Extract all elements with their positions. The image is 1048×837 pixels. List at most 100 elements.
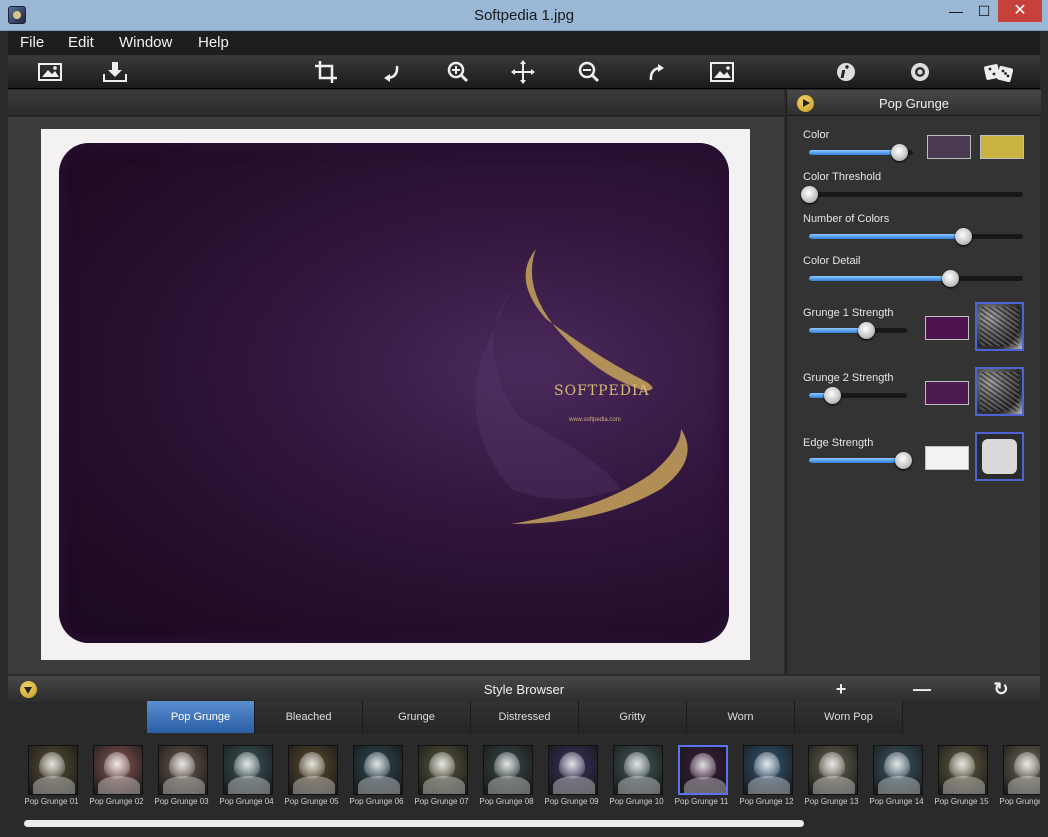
close-button[interactable]: ✕ bbox=[998, 0, 1042, 22]
menu-edit[interactable]: Edit bbox=[68, 34, 94, 51]
edited-image[interactable]: SOFTPEDIA www.softpedia.com bbox=[41, 129, 750, 660]
watermark-logo: SOFTPEDIA bbox=[554, 383, 650, 399]
menu-window[interactable]: Window bbox=[119, 34, 172, 51]
style-thumbnail[interactable]: Pop Grunge 07 bbox=[409, 742, 474, 808]
edge-texture[interactable] bbox=[975, 432, 1024, 481]
grunge2-strength-slider[interactable] bbox=[809, 387, 907, 404]
slider-knob[interactable] bbox=[895, 452, 913, 469]
rotate-right-icon[interactable] bbox=[642, 59, 670, 85]
thumbnail-preview-image bbox=[288, 745, 338, 795]
grunge1-texture[interactable] bbox=[975, 302, 1024, 351]
menu-file[interactable]: File bbox=[20, 34, 44, 51]
refresh-icon[interactable]: ↻ bbox=[991, 679, 1011, 699]
window-title: Softpedia 1.jpg bbox=[473, 7, 575, 24]
thumbnail-preview-image bbox=[873, 745, 923, 795]
thumbnail-preview-image bbox=[418, 745, 468, 795]
thumbnail-label: Pop Grunge 01 bbox=[24, 797, 79, 806]
number-of-colors-label: Number of Colors bbox=[803, 213, 890, 225]
menu-bar: File Edit Window Help bbox=[8, 31, 1040, 55]
edge-color-swatch[interactable] bbox=[925, 446, 969, 470]
thumbnail-label: Pop Grunge 09 bbox=[544, 797, 599, 806]
fit-image-icon[interactable] bbox=[708, 59, 736, 85]
panel-header: Pop Grunge bbox=[787, 90, 1041, 116]
thumbnail-label: Pop Grunge 12 bbox=[739, 797, 794, 806]
style-thumbnail[interactable]: Pop Grunge 11 bbox=[669, 742, 734, 808]
style-tabs: Pop Grunge Bleached Grunge Distressed Gr… bbox=[147, 701, 903, 733]
zoom-out-icon[interactable] bbox=[575, 59, 603, 85]
edge-strength-label: Edge Strength bbox=[803, 437, 874, 449]
zoom-in-icon[interactable] bbox=[444, 59, 472, 85]
style-thumbnail[interactable]: Pop Grunge 08 bbox=[474, 742, 539, 808]
grunge1-strength-label: Grunge 1 Strength bbox=[803, 307, 894, 319]
thumbnail-label: Pop Grunge 08 bbox=[479, 797, 534, 806]
color-slider[interactable] bbox=[809, 144, 913, 161]
slider-knob[interactable] bbox=[891, 144, 909, 161]
watermark-url: www.softpedia.com bbox=[569, 417, 621, 423]
slider-knob[interactable] bbox=[801, 186, 818, 203]
style-thumbnail[interactable]: Pop Grunge 05 bbox=[279, 742, 344, 808]
slider-knob[interactable] bbox=[942, 270, 960, 287]
thumbnail-preview-image bbox=[93, 745, 143, 795]
settings-icon[interactable] bbox=[906, 59, 934, 85]
style-browser-header: Style Browser + — ↻ bbox=[8, 676, 1040, 702]
style-thumbnails: Pop Grunge 01 Pop Grunge 02 Pop Grunge 03 P… bbox=[8, 738, 1040, 816]
move-icon[interactable] bbox=[509, 59, 537, 85]
style-thumbnail[interactable]: Pop Grunge 14 bbox=[864, 742, 929, 808]
style-thumbnail[interactable]: Pop Grunge 15 bbox=[929, 742, 994, 808]
color-swatch-1[interactable] bbox=[927, 135, 971, 159]
thumbnail-scrollbar[interactable] bbox=[24, 820, 804, 827]
thumbnail-label: Pop Grunge 02 bbox=[89, 797, 144, 806]
style-thumbnail[interactable]: Pop Grunge 12 bbox=[734, 742, 799, 808]
grunge1-strength-slider[interactable] bbox=[809, 322, 907, 339]
thumbnail-label: Pop Grunge 15 bbox=[934, 797, 989, 806]
color-label: Color bbox=[803, 129, 830, 141]
style-thumbnail[interactable]: Pop Grunge 02 bbox=[84, 742, 149, 808]
panel-title: Pop Grunge bbox=[878, 96, 950, 111]
slider-knob[interactable] bbox=[857, 322, 875, 339]
style-thumbnail[interactable]: Pop Grunge 09 bbox=[539, 742, 604, 808]
thumbnail-preview-image bbox=[938, 745, 988, 795]
style-thumbnail[interactable]: Pop Grunge 10 bbox=[604, 742, 669, 808]
rotate-left-icon[interactable] bbox=[378, 59, 406, 85]
color-detail-label: Color Detail bbox=[803, 255, 861, 267]
slider-knob[interactable] bbox=[823, 387, 841, 404]
style-thumbnail[interactable]: Pop Grunge 06 bbox=[344, 742, 409, 808]
color-swatch-2[interactable] bbox=[980, 135, 1024, 159]
crop-icon[interactable] bbox=[312, 59, 340, 85]
minimize-button[interactable]: — bbox=[942, 0, 970, 22]
number-of-colors-slider[interactable] bbox=[809, 228, 1023, 245]
thumbnail-preview-image bbox=[613, 745, 663, 795]
remove-style-button[interactable]: — bbox=[912, 679, 932, 699]
save-icon[interactable] bbox=[101, 59, 129, 85]
grunge2-texture[interactable] bbox=[975, 367, 1024, 416]
style-browser: Style Browser + — ↻ Pop Grunge Bleached … bbox=[8, 676, 1040, 834]
slider-knob[interactable] bbox=[955, 228, 973, 245]
tab-distressed[interactable]: Distressed bbox=[471, 701, 579, 733]
style-thumbnail[interactable]: Pop Grunge 04 bbox=[214, 742, 279, 808]
color-detail-slider[interactable] bbox=[809, 270, 1023, 287]
tab-bleached[interactable]: Bleached bbox=[255, 701, 363, 733]
maximize-button[interactable]: ☐ bbox=[970, 0, 998, 22]
style-thumbnail[interactable]: Pop Grunge 13 bbox=[799, 742, 864, 808]
thumbnail-label: Pop Grunge 10 bbox=[609, 797, 664, 806]
grunge2-strength-label: Grunge 2 Strength bbox=[803, 372, 894, 384]
thumbnail-label: Pop Grunge 06 bbox=[349, 797, 404, 806]
tab-grunge[interactable]: Grunge bbox=[363, 701, 471, 733]
tab-gritty[interactable]: Gritty bbox=[579, 701, 687, 733]
style-thumbnail[interactable]: Pop Grunge 01 bbox=[19, 742, 84, 808]
random-dice-icon[interactable] bbox=[982, 59, 1016, 85]
tab-worn-pop[interactable]: Worn Pop bbox=[795, 701, 903, 733]
tab-worn[interactable]: Worn bbox=[687, 701, 795, 733]
info-icon[interactable] bbox=[832, 59, 860, 85]
menu-help[interactable]: Help bbox=[198, 34, 229, 51]
thumbnail-label: Pop Grunge 04 bbox=[219, 797, 274, 806]
style-thumbnail[interactable]: Pop Grunge 03 bbox=[149, 742, 214, 808]
grunge1-color-swatch[interactable] bbox=[925, 316, 969, 340]
edge-strength-slider[interactable] bbox=[809, 452, 913, 469]
add-style-button[interactable]: + bbox=[831, 679, 851, 699]
tab-pop-grunge[interactable]: Pop Grunge bbox=[147, 701, 255, 733]
grunge2-color-swatch[interactable] bbox=[925, 381, 969, 405]
open-image-icon[interactable] bbox=[36, 59, 64, 85]
style-thumbnail[interactable]: Pop Grunge 16 bbox=[994, 742, 1040, 808]
color-threshold-slider[interactable] bbox=[801, 186, 1023, 203]
